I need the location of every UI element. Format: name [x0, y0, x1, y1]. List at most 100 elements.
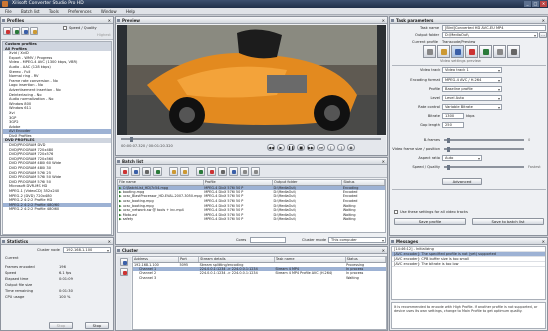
aspect-ratio-select[interactable]: Auto — [442, 155, 482, 161]
batch-cell-profile: MPEG-4 DivX 576i 50 P — [204, 217, 244, 222]
field-value[interactable]: MPEG-4 AVC / H.264 — [442, 77, 502, 83]
menu-file[interactable]: File — [5, 9, 12, 14]
tab-audio[interactable] — [465, 45, 478, 58]
menu-tools[interactable]: Tools — [49, 9, 59, 14]
pin-icon — [117, 249, 120, 252]
remove-node-button[interactable] — [120, 268, 128, 276]
info-button[interactable] — [240, 167, 249, 176]
output-folder-select[interactable]: D:\MediaOut\ — [442, 32, 538, 38]
tab-filters[interactable] — [479, 45, 492, 58]
add-files-button[interactable] — [120, 167, 129, 176]
tab-logo[interactable] — [493, 45, 506, 58]
slider-value: Fastest — [528, 165, 541, 169]
field-value[interactable]: 250 — [442, 122, 464, 128]
current-label: Current — [5, 256, 19, 260]
menu-preferences[interactable]: Preferences — [68, 9, 92, 14]
remove-button[interactable] — [142, 167, 151, 176]
play-button[interactable]: ▶ — [277, 144, 285, 151]
speed-quality-checkbox[interactable] — [63, 26, 67, 30]
slider-label: Video frame size / position — [392, 147, 440, 151]
menu-batch-list[interactable]: Batch list — [21, 9, 40, 14]
cluster-panel: Cluster ✕ Address Port Stream details Tas… — [115, 246, 388, 331]
move-up-button[interactable] — [169, 167, 178, 176]
message-item[interactable]: [AVC encoder]: The bitrate is too low — [392, 262, 545, 267]
video-track-select[interactable]: Video track 1 — [442, 67, 502, 73]
tab-subtitles[interactable] — [507, 45, 520, 58]
mark-in-button[interactable]: [ — [327, 144, 335, 151]
cluster-mode-select[interactable]: This computer — [328, 237, 386, 243]
maximize-button[interactable]: □ — [532, 1, 539, 7]
seek-slider[interactable] — [121, 137, 381, 142]
field-value[interactable]: Baseline profile — [442, 86, 502, 92]
rewind-button[interactable]: ◀◀ — [267, 144, 275, 151]
settings-slider[interactable] — [444, 165, 524, 170]
settings-button[interactable] — [218, 167, 227, 176]
clear-button[interactable] — [153, 167, 162, 176]
menu-window[interactable]: Window — [101, 9, 117, 14]
cores-field[interactable] — [250, 237, 286, 243]
cluster-node-select[interactable]: 192.168.1.100 — [63, 247, 111, 253]
use-same-settings-label: Use these settings for all video tracks — [394, 209, 468, 215]
preview-header: Preview ✕ — [116, 17, 387, 24]
close-icon[interactable]: ✕ — [542, 238, 545, 245]
close-icon[interactable]: ✕ — [382, 158, 385, 165]
field-label: Encoding format — [410, 78, 440, 82]
field-value[interactable]: Level Auto — [442, 95, 502, 101]
minimize-button[interactable]: _ — [524, 1, 531, 7]
messages-header: Messages ✕ — [390, 238, 547, 245]
menu-help[interactable]: Help — [126, 9, 135, 14]
field-value[interactable]: 1300 — [442, 113, 464, 119]
play-icon: ▶ — [119, 199, 122, 204]
task-name-input[interactable]: [Bird]Converted HD AVC-EU MP4 — [442, 25, 546, 31]
tab-video[interactable] — [451, 45, 464, 58]
settings-slider[interactable] — [444, 138, 524, 143]
tab-container[interactable] — [437, 45, 450, 58]
tab-info[interactable] — [423, 45, 436, 58]
close-button[interactable]: ✕ — [540, 1, 547, 7]
advanced-button[interactable]: Advanced — [442, 178, 482, 185]
new-profile-button[interactable] — [3, 27, 11, 35]
batch-toolbar — [116, 165, 387, 178]
frame-button[interactable]: ⏭ — [317, 144, 325, 151]
start-button[interactable] — [196, 167, 205, 176]
player-controls: ◀◀ ▶ ❚❚ ■ ▶▶ ⏭ [ ] ◉ 00:00:07.320 / 00:0… — [117, 136, 386, 155]
close-icon[interactable]: ✕ — [108, 238, 111, 245]
cluster-row[interactable]: Channel 3 Waiting — [133, 276, 386, 281]
speed-quality-label: Speed / Quality — [63, 25, 97, 31]
close-icon[interactable]: ✕ — [542, 17, 545, 24]
move-down-button[interactable] — [180, 167, 189, 176]
add-folder-button[interactable] — [131, 167, 140, 176]
statistics-panel: Statistics ✕ Cluster node 192.168.1.100 C… — [0, 237, 114, 331]
open-output-button[interactable] — [229, 167, 238, 176]
delete-profile-button[interactable] — [21, 27, 29, 35]
edit-profile-button[interactable] — [12, 27, 20, 35]
field-label: Bitrate — [427, 114, 440, 118]
batch-cell-folder: D:\MediaOut\ — [273, 217, 296, 222]
refresh-button[interactable] — [251, 167, 260, 176]
play-icon: ▶ — [119, 217, 122, 222]
pause-button[interactable]: Stop — [49, 322, 73, 329]
batch-table: File name Profile Output folder Status ▶… — [117, 179, 386, 233]
save-to-batch-button[interactable]: Save to batch list — [472, 218, 544, 225]
snapshot-button[interactable]: ◉ — [347, 144, 355, 151]
pause-preview-button[interactable]: ❚❚ — [287, 144, 295, 151]
use-same-settings-checkbox[interactable] — [394, 210, 398, 214]
close-icon[interactable]: ✕ — [382, 247, 385, 254]
stop-preview-button[interactable]: ■ — [297, 144, 305, 151]
close-icon[interactable]: ✕ — [108, 17, 111, 24]
slider-value: 0 — [528, 138, 531, 142]
close-icon[interactable]: ✕ — [382, 17, 385, 24]
settings-slider[interactable] — [444, 147, 524, 152]
add-node-button[interactable] — [120, 258, 128, 266]
mark-out-button[interactable]: ] — [337, 144, 345, 151]
statistics-title: Statistics — [7, 239, 29, 244]
stop-button[interactable]: Stop — [85, 322, 109, 329]
profile-item[interactable]: MPEG-2 4:2:2 Profile 480i60 — [3, 207, 111, 212]
import-profile-button[interactable] — [30, 27, 38, 35]
browse-folder-button[interactable]: … — [539, 32, 547, 38]
batch-row[interactable]: ▶safety MPEG-4 DivX 576i 50 P D:\MediaOut\… — [118, 217, 385, 222]
pause-batch-button[interactable] — [207, 167, 216, 176]
save-profile-button[interactable]: Save profile — [394, 218, 466, 225]
forward-button[interactable]: ▶▶ — [307, 144, 315, 151]
field-value[interactable]: Variable Bitrate — [442, 104, 502, 110]
